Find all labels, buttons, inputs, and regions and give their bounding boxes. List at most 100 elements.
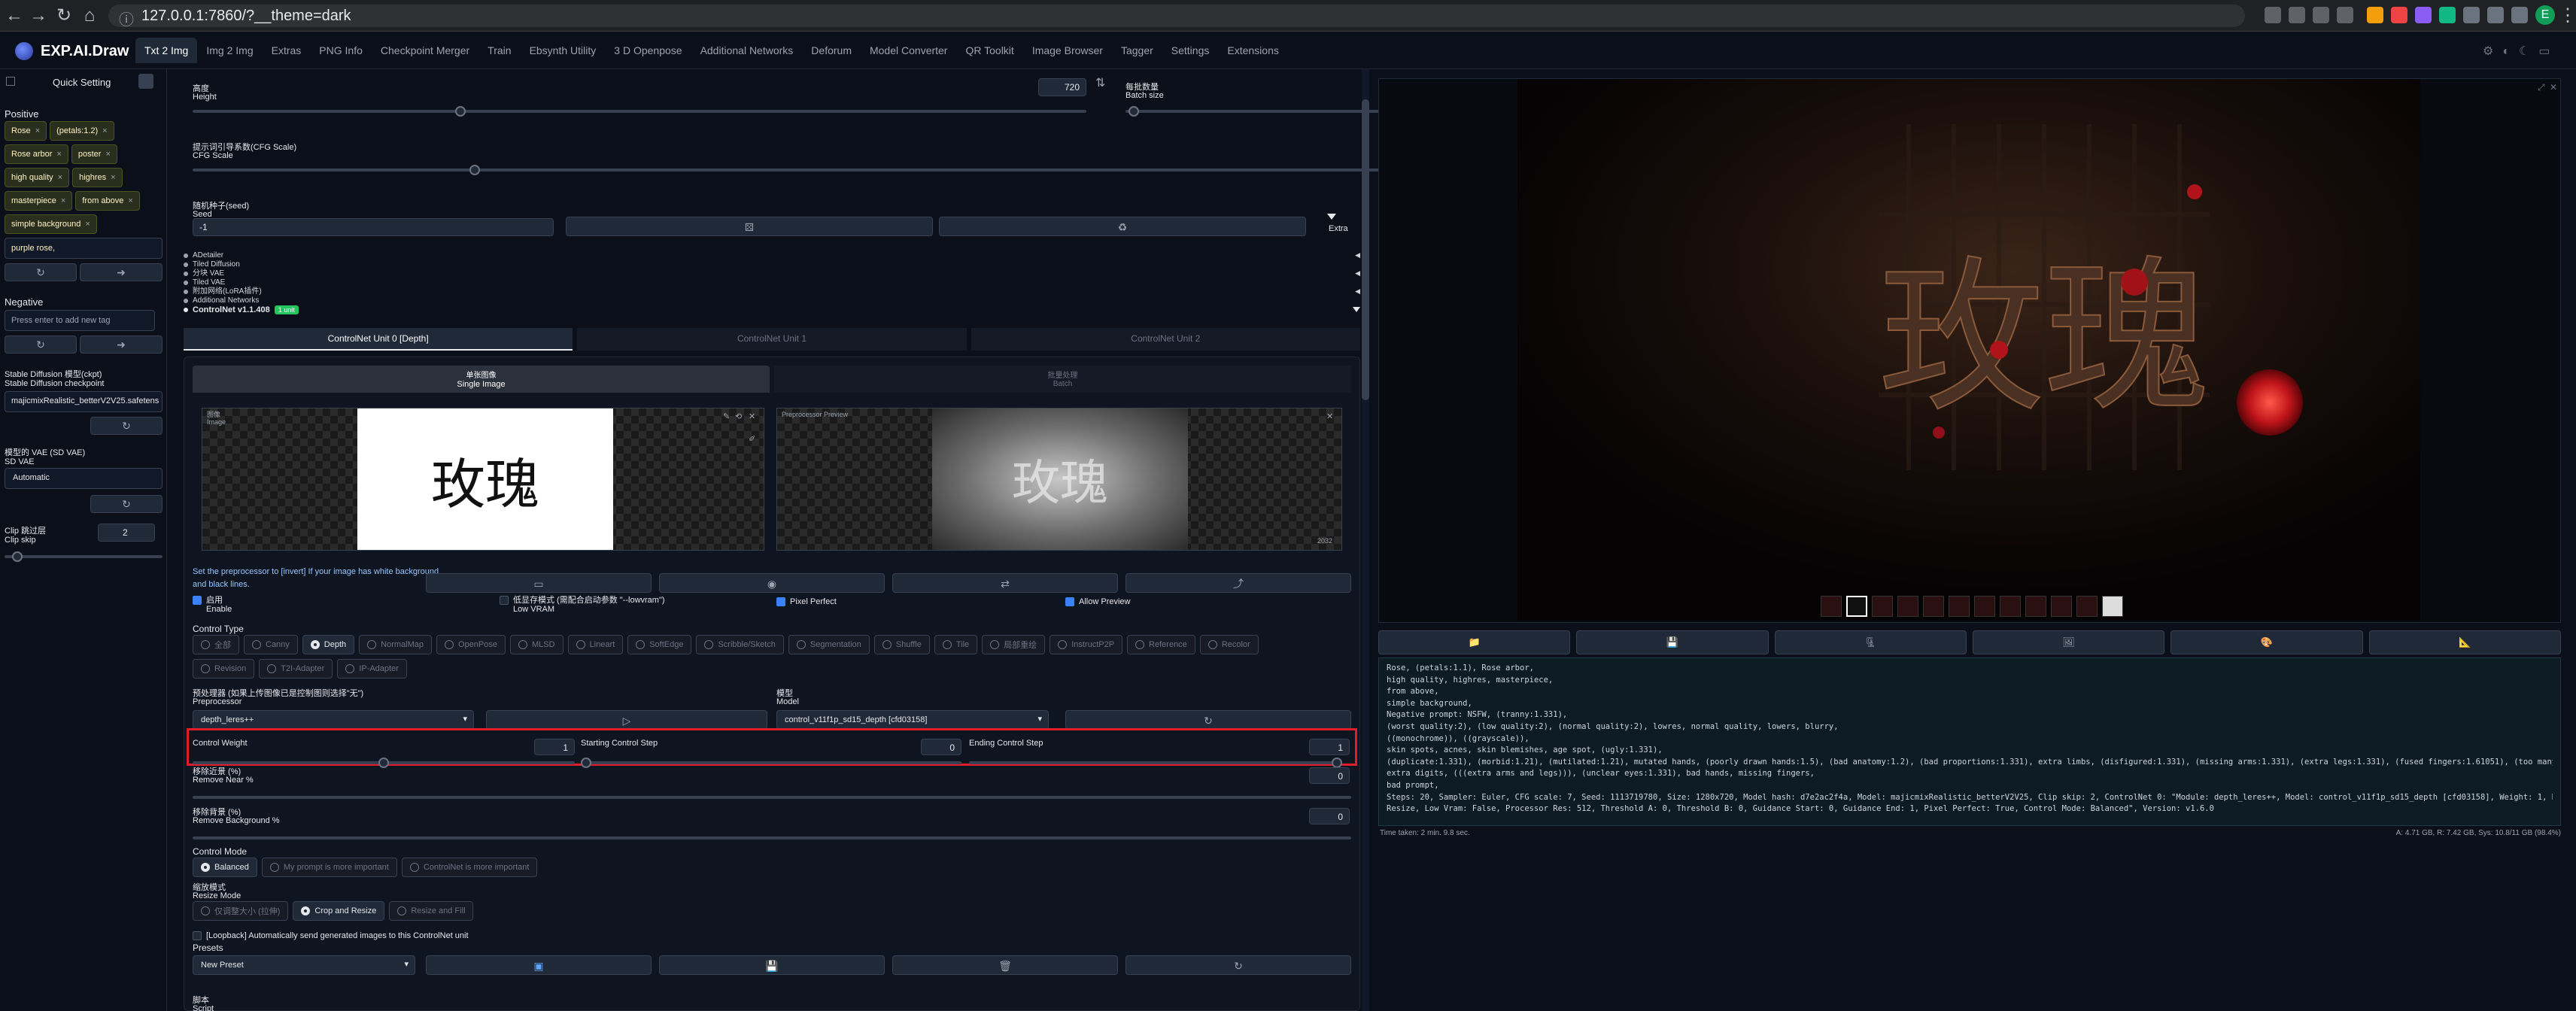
brush-icon[interactable]: ✐ — [749, 434, 755, 444]
run-preprocessor-button[interactable]: ▷ — [486, 710, 767, 730]
close-icon[interactable]: × — [102, 126, 107, 135]
extra-toggle-icon[interactable] — [1327, 214, 1336, 221]
zip-button[interactable]: 🗜 — [1774, 630, 1967, 654]
control-type-option[interactable]: NormalMap — [359, 635, 433, 654]
checkbox-checked[interactable] — [193, 596, 202, 606]
tab-png-info[interactable]: PNG Info — [310, 38, 372, 63]
enable-checkbox[interactable]: 启用 — [193, 596, 223, 606]
clear-icon[interactable]: ⟲ — [735, 411, 742, 421]
home-icon[interactable]: ⌂ — [78, 5, 101, 27]
tab-checkpoint-merger[interactable]: Checkpoint Merger — [372, 38, 478, 63]
control-type-option[interactable]: 局部重绘 — [982, 635, 1046, 654]
close-icon[interactable]: ✕ — [749, 411, 755, 421]
clip-skip-slider[interactable] — [5, 551, 163, 562]
checkbox-unchecked[interactable] — [500, 596, 509, 606]
apply-preset-button[interactable]: ▣ — [426, 955, 652, 975]
refresh-vae-button[interactable]: ↻ — [90, 495, 163, 513]
puzzle-icon[interactable] — [2463, 7, 2480, 23]
preprocessor-select[interactable]: depth_leres++ ▾ — [193, 710, 474, 730]
tab-txt-2-img[interactable]: Txt 2 Img — [135, 38, 198, 63]
send-button[interactable]: ➜ — [80, 263, 163, 281]
edit-icon[interactable]: ✎ — [723, 411, 730, 421]
close-icon[interactable]: ✕ — [1326, 411, 1333, 421]
back-arrow-icon[interactable]: ← — [3, 5, 26, 27]
slider-thumb[interactable] — [581, 757, 591, 768]
tab-qr-toolkit[interactable]: QR Toolkit — [956, 38, 1022, 63]
refresh-button[interactable]: ↻ — [5, 335, 77, 354]
control-weight-slider[interactable] — [193, 757, 575, 768]
control-type-option[interactable]: Segmentation — [788, 635, 870, 654]
close-icon[interactable]: × — [61, 196, 65, 205]
starting-step-slider[interactable] — [581, 757, 961, 768]
tab-extensions[interactable]: Extensions — [1218, 38, 1287, 63]
refresh-checkpoint-button[interactable]: ↻ — [90, 417, 163, 435]
starting-step-input[interactable]: 0 — [921, 739, 961, 755]
close-icon[interactable]: × — [128, 196, 132, 205]
open-folder-button[interactable]: 📁 — [1378, 630, 1571, 654]
scrollbar-thumb[interactable] — [1362, 99, 1369, 400]
tab-ebsynth-utility[interactable]: Ebsynth Utility — [521, 38, 606, 63]
checkbox-checked[interactable] — [1065, 597, 1074, 607]
model-select[interactable]: control_v11f1p_sd15_depth [cfd03158] ▾ — [776, 710, 1049, 730]
tab-settings[interactable]: Settings — [1162, 38, 1219, 63]
profile-avatar[interactable]: E — [2535, 5, 2555, 25]
prompt-tag[interactable]: Rose × — [5, 121, 47, 141]
control-type-option[interactable]: InstructP2P — [1050, 635, 1123, 654]
accordion-row[interactable]: Tiled Diffusion — [184, 260, 1360, 269]
height-input[interactable]: 720 — [1038, 78, 1086, 96]
seed-input[interactable]: -1 — [193, 218, 554, 236]
chevron-left-icon[interactable]: ◀ — [1355, 269, 1360, 278]
info-icon[interactable]: ⓘ — [119, 8, 134, 29]
tab-3-d-openpose[interactable]: 3 D Openpose — [605, 38, 691, 63]
mirror-button[interactable]: ⇄ — [892, 573, 1118, 593]
generated-image[interactable]: 玫瑰 — [1517, 79, 2420, 621]
clip-skip-input[interactable]: 2 — [98, 524, 155, 542]
control-type-option[interactable]: SoftEdge — [627, 635, 692, 654]
forward-arrow-icon[interactable]: → — [27, 5, 50, 27]
tab-unit-1[interactable]: ControlNet Unit 1 — [577, 328, 967, 351]
tab-model-converter[interactable]: Model Converter — [861, 38, 957, 63]
save-button[interactable]: 💾 — [1576, 630, 1769, 654]
prompt-tag[interactable]: masterpiece × — [5, 191, 73, 211]
prompt-tag[interactable]: Rose arbor × — [5, 144, 68, 164]
control-type-option[interactable]: IP-Adapter — [337, 659, 407, 679]
slider-thumb[interactable] — [378, 757, 389, 768]
resize-mode-option[interactable]: Resize and Fill — [389, 901, 474, 921]
control-type-option[interactable]: Depth — [302, 635, 355, 654]
extension-icon[interactable] — [2391, 7, 2407, 23]
collapse-icon[interactable] — [6, 77, 15, 86]
gallery-thumbnail[interactable] — [2051, 596, 2072, 617]
send-button[interactable]: ➜ — [80, 335, 163, 354]
control-type-option[interactable]: Recolor — [1199, 635, 1259, 654]
gallery-thumbnail[interactable] — [1821, 596, 1842, 617]
close-icon[interactable]: × — [58, 173, 62, 182]
tab-unit-2[interactable]: ControlNet Unit 2 — [971, 328, 1360, 351]
settings-toggle-icon[interactable] — [138, 74, 153, 89]
download-icon[interactable] — [2487, 7, 2504, 23]
header-icons[interactable]: ⚙◐☾▭ — [2483, 44, 2559, 59]
ending-step-input[interactable]: 1 — [1309, 739, 1350, 755]
control-type-option[interactable]: MLSD — [510, 635, 564, 654]
control-type-option[interactable]: Revision — [193, 659, 255, 679]
close-icon[interactable]: × — [105, 150, 110, 159]
gallery-thumbnail[interactable] — [2102, 596, 2123, 617]
accordion-row[interactable]: Tiled VAE — [184, 278, 1360, 287]
accordion-row[interactable]: Additional Networks — [184, 296, 1360, 305]
remove-near-input[interactable]: 0 — [1309, 767, 1350, 784]
kebab-menu-icon[interactable]: ⋮ — [2556, 5, 2576, 27]
control-type-option[interactable]: Shuffle — [873, 635, 930, 654]
tab-train[interactable]: Train — [478, 38, 520, 63]
translate-icon[interactable] — [2265, 7, 2281, 23]
close-icon[interactable]: × — [111, 173, 115, 182]
control-weight-input[interactable]: 1 — [534, 739, 575, 755]
negative-tag-input[interactable]: Press enter to add new tag — [5, 310, 155, 331]
slider-thumb[interactable] — [1128, 106, 1139, 117]
accordion-chevron-down-icon[interactable] — [1353, 307, 1360, 312]
save-preset-button[interactable]: 💾 — [659, 955, 885, 975]
send-to-img2img-button[interactable]: 🖼 — [1972, 630, 2165, 654]
remove-bg-slider[interactable] — [193, 836, 1351, 839]
slider-thumb[interactable] — [469, 165, 480, 175]
extension-icon[interactable] — [2439, 7, 2456, 23]
control-type-option[interactable]: OpenPose — [436, 635, 506, 654]
loopback-checkbox[interactable]: [Loopback] Automatically send generated … — [193, 931, 469, 941]
